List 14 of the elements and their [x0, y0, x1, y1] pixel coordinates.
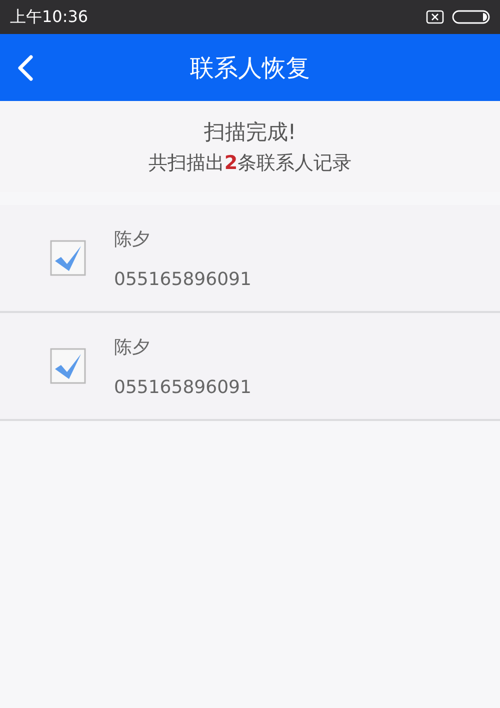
checkbox[interactable] — [50, 240, 86, 276]
contact-name: 陈夕 — [114, 228, 151, 250]
screen-title: 联系人恢复 — [190, 52, 310, 84]
contact-row[interactable]: 陈夕 055165896091 — [0, 205, 500, 313]
contact-phone: 055165896091 — [114, 268, 252, 290]
scan-complete-text: 扫描完成! — [204, 118, 296, 146]
contact-row[interactable]: 陈夕 055165896091 — [0, 313, 500, 421]
scan-count-text: 共扫描出2条联系人记录 — [148, 150, 352, 176]
status-time: 上午10:36 — [10, 6, 88, 28]
contact-name: 陈夕 — [114, 336, 151, 358]
checkbox[interactable] — [50, 348, 86, 384]
sim-off-icon — [426, 10, 444, 24]
battery-icon — [452, 10, 490, 24]
contact-phone: 055165896091 — [114, 376, 252, 398]
